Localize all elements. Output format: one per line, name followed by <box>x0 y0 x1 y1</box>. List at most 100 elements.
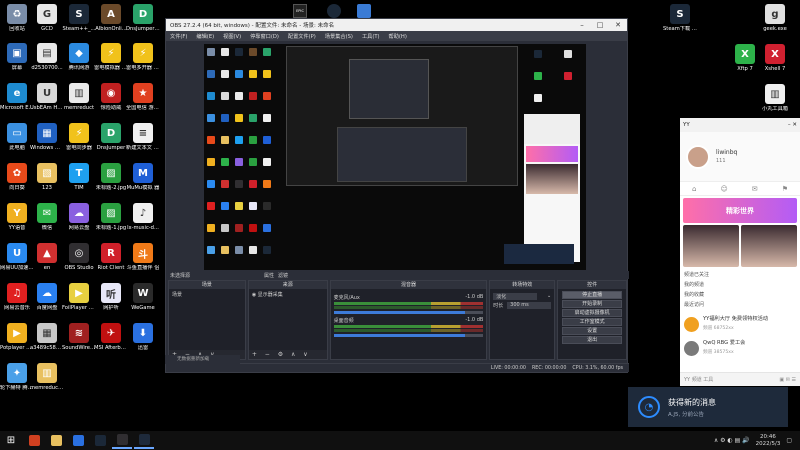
volume-slider[interactable] <box>333 311 484 314</box>
desktop-icon[interactable]: W WeGame <box>128 283 158 311</box>
desktop-icon[interactable]: ▦ a3489c58d... <box>30 323 64 351</box>
volume-slider[interactable] <box>333 334 484 337</box>
desktop-icon[interactable]: ♪ lx-music-d... <box>127 203 159 231</box>
desktop-icon[interactable]: ♫ 网易云音乐 <box>2 283 32 311</box>
maximize-icon[interactable]: □ <box>591 21 609 29</box>
mixer-dock[interactable]: 混音器 麦克风/Aux -1.0 dB 桌面音频 -1.0 dB <box>329 280 488 360</box>
taskbar-app[interactable] <box>24 433 44 449</box>
yy-list-row[interactable]: 最近访问 <box>684 300 796 310</box>
clock[interactable]: 20:46 2022/5/3 <box>756 434 781 448</box>
desktop-icon[interactable]: D DnsJumper <box>96 123 126 151</box>
desktop-icon[interactable]: ♻ 回收站 <box>2 4 32 32</box>
desktop-icon[interactable]: ▥ memreduct <box>64 83 94 111</box>
obs-menu-item[interactable]: 文件(F) <box>170 33 187 40</box>
game-icon[interactable]: ⚑ <box>782 185 788 193</box>
desktop-icon[interactable]: ⚡ 雷电模拟器 64 <box>94 43 128 71</box>
friends-icon[interactable]: ☺ <box>720 185 727 193</box>
steam-icon[interactable] <box>327 4 341 18</box>
obs-menu-item[interactable]: 配置文件(P) <box>288 33 316 40</box>
control-button[interactable]: 工作室模式 <box>562 318 623 326</box>
scene-item[interactable]: 场景 <box>172 291 242 298</box>
desktop-icon[interactable]: ◎ OBS Studio <box>64 243 94 271</box>
desktop-icon[interactable]: ▲ en <box>32 243 62 271</box>
obs-titlebar[interactable]: OBS 27.2.4 (64 bit, windows) - 配置文件: 未命名… <box>166 19 627 31</box>
desktop-icon[interactable]: ▶ Potplayer 视频播放 <box>0 323 34 351</box>
desktop-icon[interactable]: S Steam下载 CDN重定向 <box>663 4 697 32</box>
yy-photo[interactable] <box>741 225 797 267</box>
desktop-icon[interactable]: ✿ 向日葵 <box>2 163 32 191</box>
chrome-icon[interactable] <box>357 4 371 18</box>
control-button[interactable]: 设置 <box>562 327 623 335</box>
desktop-icon[interactable]: ◉ 惊险助威 <box>96 83 126 111</box>
desktop-icon[interactable]: ▶ FoilPlayer 64 bit <box>62 283 96 311</box>
notification-toast[interactable]: ◔ 获得新的消息 A.J5, 分前公告 <box>628 387 788 427</box>
yy-list-row[interactable]: 我的收藏 <box>684 290 796 300</box>
desktop-icon[interactable]: ☁ 百度网盘 <box>32 283 62 311</box>
tray-icons[interactable]: ∧ ⚙ ◐ ▤ 🔊 <box>714 437 750 444</box>
desktop-icon[interactable]: S Steam++_... <box>63 4 95 32</box>
desktop-icon[interactable]: ▦ Windows 磁 声音缩混器 <box>30 123 64 151</box>
obs-menu-item[interactable]: 工具(T) <box>362 33 380 40</box>
yy-panel[interactable]: YY – ✕ liwinbq 111 ⌂ ☺ ✉ ⚑ 精彩世界 频道已关注 我的… <box>680 118 800 386</box>
obs-preview[interactable] <box>204 44 586 270</box>
yy-photo[interactable] <box>683 225 739 267</box>
obs-menu-item[interactable]: 停靠窗口(D) <box>250 33 279 40</box>
minimize-icon[interactable]: – <box>573 21 591 29</box>
desktop-icon[interactable]: ★ 全国电信 游戏新援 辅助 <box>126 83 160 111</box>
taskbar-app[interactable] <box>46 433 66 449</box>
control-button[interactable]: 开始录制 <box>562 300 623 308</box>
control-button[interactable]: 启动虚拟摄像机 <box>562 309 623 317</box>
taskbar-app[interactable] <box>68 433 88 449</box>
chevron-down-icon[interactable]: ⌄ <box>547 293 551 300</box>
close-icon[interactable]: ✕ <box>609 21 627 29</box>
desktop-icon[interactable]: U UsbEAm Hosts Editor <box>30 83 64 111</box>
taskbar-app[interactable] <box>112 433 132 449</box>
desktop-icon[interactable]: Y YY语音 <box>2 203 32 231</box>
yy-bottom-icons[interactable]: ▣ ✉ ☰ <box>779 377 796 383</box>
desktop-icon[interactable]: ▧ 123 <box>32 163 62 191</box>
desktop-icon[interactable]: ⬇ 迅雷 <box>128 323 158 351</box>
desktop-icon[interactable]: ☁ 网易云盘 <box>64 203 94 231</box>
desktop-icon[interactable]: ✦ 轮下赫特 腾讯游戏 <box>0 363 34 391</box>
desktop-icon[interactable]: ≋ SoundWire Server <box>62 323 96 351</box>
desktop-icon[interactable]: M MuMu模拟 器 <box>127 163 159 191</box>
desktop-icon[interactable]: A AlbionOnli... <box>95 4 127 32</box>
desktop-icon[interactable]: ◆ 腾讯网游 <box>64 43 94 71</box>
taskbar-app[interactable] <box>134 433 154 449</box>
taskbar-app[interactable] <box>90 433 110 449</box>
sources-dock-toolbar[interactable]: + − ⚙ ∧ ∨ <box>248 350 327 359</box>
desktop-icon[interactable]: ✈ MSI Afterburner <box>94 323 128 351</box>
sources-dock[interactable]: 来源 ◉ 显示器采集 + − ⚙ ∧ ∨ <box>247 280 328 360</box>
desktop-icon[interactable]: ✉ 微信 <box>32 203 62 231</box>
yy-bottom-label[interactable]: YY 频道 工具 <box>684 376 713 383</box>
desktop-icon[interactable]: ⚡ 雷电多开器 64 <box>126 43 160 71</box>
control-button[interactable]: 退出 <box>562 336 623 344</box>
yy-channel-item[interactable]: YY福利大厅 免费领特权活动 频道 68752xx <box>684 314 796 334</box>
desktop-icon[interactable]: R Riot Client <box>96 243 126 271</box>
desktop-icon[interactable]: ▥ 小丸工具箱 <box>760 84 790 112</box>
desktop-icon[interactable]: ▭ 此电脑 <box>2 123 32 151</box>
transition-select[interactable]: 淡化 <box>493 293 538 300</box>
yy-profile[interactable]: liwinbq 111 <box>680 132 800 182</box>
desktop-icon[interactable]: ▨ 未标题-2.jpg <box>96 163 126 191</box>
epic-games-icon[interactable]: EPIC <box>293 4 307 18</box>
obs-menu-item[interactable]: 视图(V) <box>223 33 241 40</box>
obs-window[interactable]: OBS 27.2.4 (64 bit, windows) - 配置文件: 未命名… <box>165 18 629 373</box>
controls-dock[interactable]: 控件 停止直播 开始录制 启动虚拟摄像机 工作室模式 设置 退出 <box>557 280 627 360</box>
desktop-icon[interactable]: X Xftp 7 <box>730 44 760 72</box>
notification-center-icon[interactable]: ▢ <box>786 437 792 444</box>
yy-list-row[interactable]: 我的频道 <box>684 280 796 290</box>
desktop-icon[interactable]: G GCD <box>32 4 62 32</box>
filters-button[interactable]: 滤镜 <box>278 272 288 279</box>
yy-photo-row[interactable] <box>680 225 800 267</box>
desktop-icon[interactable]: ▨ 未标题-1.jpg <box>96 203 126 231</box>
start-button[interactable]: ⊞ <box>0 431 22 450</box>
desktop-icon[interactable]: ▣ 屏幕 <box>2 43 32 71</box>
desktop-icon[interactable]: ⚡ 雷电同步器 <box>64 123 94 151</box>
desktop-icon[interactable]: 听网护听 <box>96 283 126 311</box>
desktop-icon[interactable]: D DnsJumper(2)(7z <box>126 4 160 32</box>
obs-menu-item[interactable]: 帮助(H) <box>389 33 407 40</box>
desktop-icon[interactable]: X Xshell 7 <box>760 44 790 72</box>
obs-menu-item[interactable]: 编辑(E) <box>196 33 214 40</box>
source-item[interactable]: ◉ 显示器采集 <box>252 291 324 298</box>
